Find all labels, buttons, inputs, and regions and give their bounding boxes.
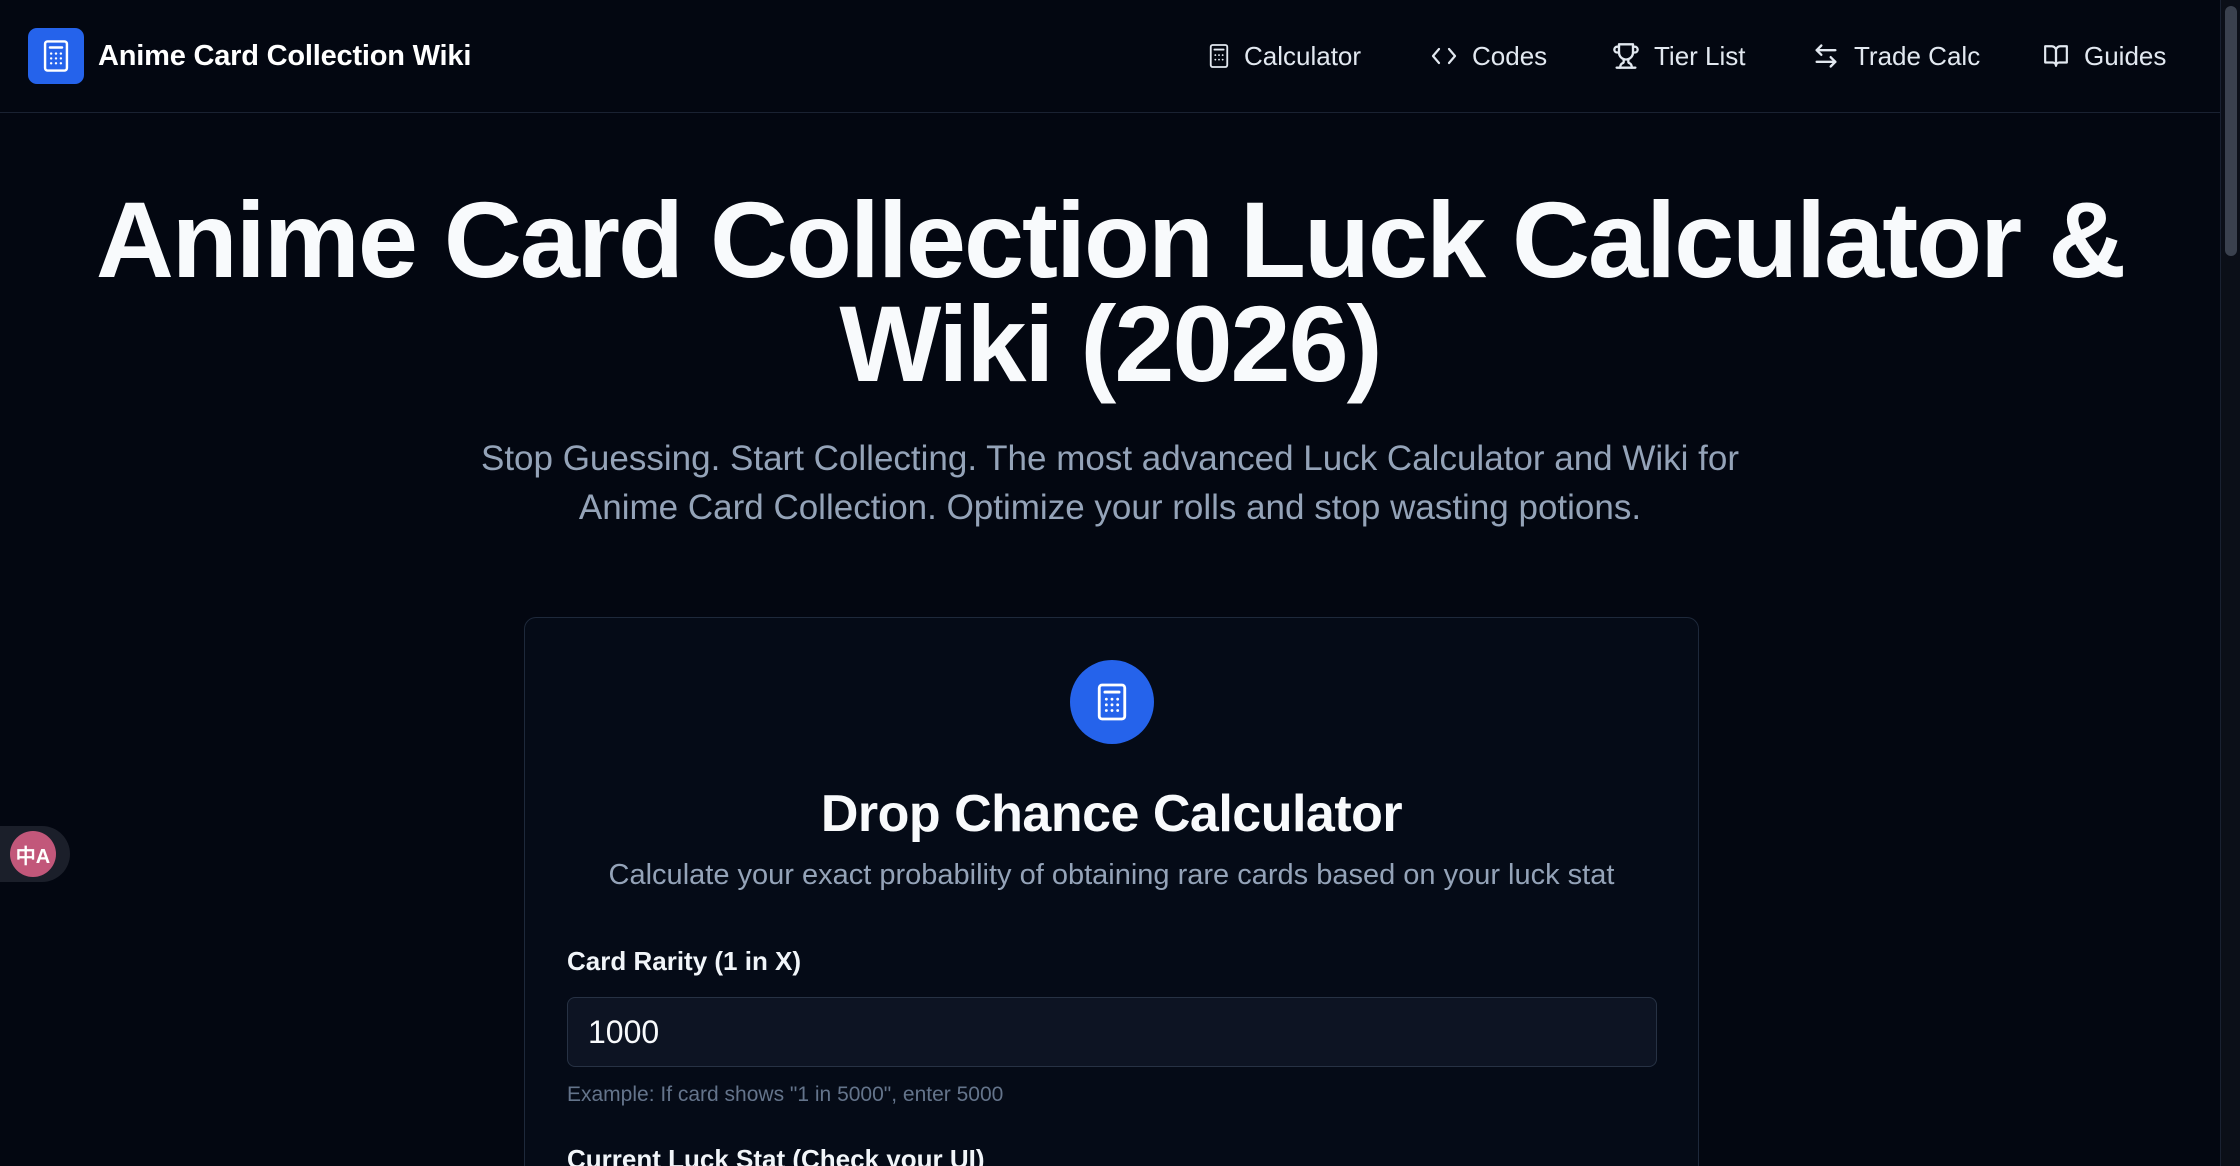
page-subtitle: Stop Guessing. Start Collecting. The mos… [400,434,1820,532]
page-subtitle-line-1: Stop Guessing. Start Collecting. The mos… [480,439,1740,478]
drop-chance-calculator-card: Drop Chance Calculator Calculate your ex… [524,617,1699,1166]
translate-icon: 中A [10,831,56,877]
calculator-description: Calculate your exact probability of obta… [608,859,1615,891]
nav-item-trade-calc[interactable]: Trade Calc [1812,36,1980,76]
nav-item-codes[interactable]: Codes [1430,36,1547,76]
card-rarity-label: Card Rarity (1 in X) [567,946,802,976]
scrollbar-thumb[interactable] [2225,6,2237,256]
nav-label-guides: Guides [2084,40,2167,71]
card-rarity-hint: Example: If card shows "1 in 5000", ente… [567,1083,1004,1106]
brand-link[interactable]: Anime Card Collection Wiki [28,28,471,84]
nav-item-calculator[interactable]: Calculator [1208,36,1361,76]
page-scrollbar[interactable] [2220,0,2240,1166]
translate-button[interactable]: 中A [0,826,70,882]
nav-item-tier-list[interactable]: Tier List [1612,36,1746,76]
code-icon [1431,47,1457,65]
brand-name: Anime Card Collection Wiki [98,39,472,72]
luck-stat-label: Current Luck Stat (Check your UI) [567,1144,985,1166]
page: Anime Card Collection Wiki Calculator Co… [0,0,2240,1166]
card-rarity-input[interactable] [567,997,1657,1067]
nav-label-tier-list: Tier List [1654,40,1746,71]
page-title: Anime Card Collection Luck Calculator & … [80,186,2140,398]
nav-label-trade-calc: Trade Calc [1854,40,1981,71]
page-subtitle-line-2: Anime Card Collection. Optimize your rol… [578,488,1642,527]
page-title-line-2: Wiki (2026) [839,283,1382,404]
nav-label-calculator: Calculator [1244,40,1362,71]
calculator-icon [1070,660,1154,744]
nav-item-guides[interactable]: Guides [2042,36,2166,76]
calculator-icon [1209,44,1229,68]
site-header: Anime Card Collection Wiki Calculator Co… [0,0,2220,113]
arrows-left-right-icon [1815,44,1837,68]
book-open-icon [2044,45,2068,67]
page-title-line-1: Anime Card Collection Luck Calculator & [95,179,2126,300]
nav-label-codes: Codes [1472,40,1548,71]
calculator-icon [28,28,84,84]
calculator-title: Drop Chance Calculator [820,785,1403,843]
trophy-icon [1613,43,1639,69]
